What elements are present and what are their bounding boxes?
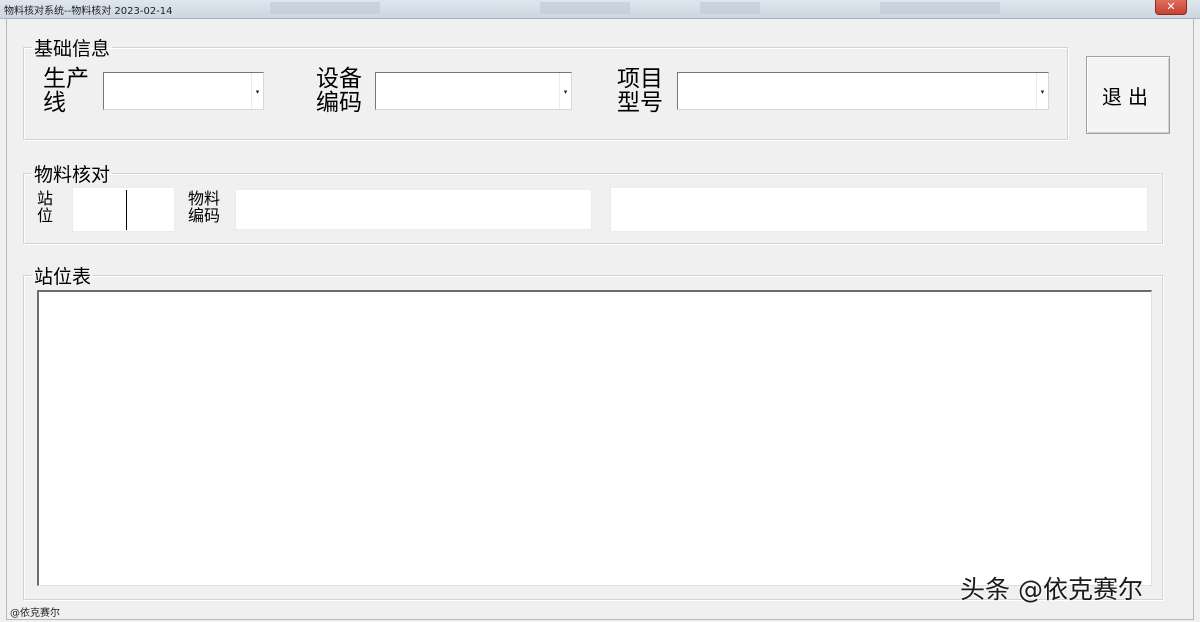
- material-code-label: 物料 编码: [188, 189, 221, 225]
- device-code-label: 设备 编码: [316, 66, 362, 117]
- chevron-down-icon[interactable]: ▾: [1036, 73, 1048, 109]
- background-blur: [880, 2, 1000, 14]
- background-blur: [540, 2, 630, 14]
- project-model-label: 项目 型号: [617, 66, 663, 117]
- watermark: 头条 @依克赛尔: [960, 575, 1143, 604]
- station-label: 站 位: [37, 189, 54, 225]
- basic-info-legend: 基础信息: [34, 38, 111, 60]
- background-blur: [270, 2, 380, 14]
- material-code-input[interactable]: [235, 189, 592, 230]
- check-result-field[interactable]: [610, 187, 1148, 232]
- material-check-legend: 物料核对: [34, 164, 111, 186]
- title-bar[interactable]: 物料核对系统--物料核对 2023-02-14 ✕: [0, 0, 1200, 19]
- project-model-combo[interactable]: ▾: [677, 72, 1049, 110]
- chevron-down-icon[interactable]: ▾: [559, 73, 571, 109]
- close-button[interactable]: ✕: [1155, 0, 1187, 15]
- background-blur: [700, 2, 760, 14]
- status-text: @依克赛尔: [10, 608, 60, 619]
- close-icon: ✕: [1166, 0, 1176, 13]
- exit-button[interactable]: 退出: [1086, 56, 1170, 134]
- station-table-legend: 站位表: [34, 266, 92, 288]
- station-input[interactable]: [72, 187, 175, 232]
- device-code-combo[interactable]: ▾: [375, 72, 572, 110]
- text-caret: [126, 190, 127, 230]
- chevron-down-icon[interactable]: ▾: [251, 73, 263, 109]
- production-line-combo[interactable]: ▾: [103, 72, 264, 110]
- station-table-list[interactable]: [37, 290, 1152, 586]
- production-line-label: 生产 线: [43, 66, 89, 117]
- window-title: 物料核对系统--物料核对 2023-02-14: [4, 6, 173, 17]
